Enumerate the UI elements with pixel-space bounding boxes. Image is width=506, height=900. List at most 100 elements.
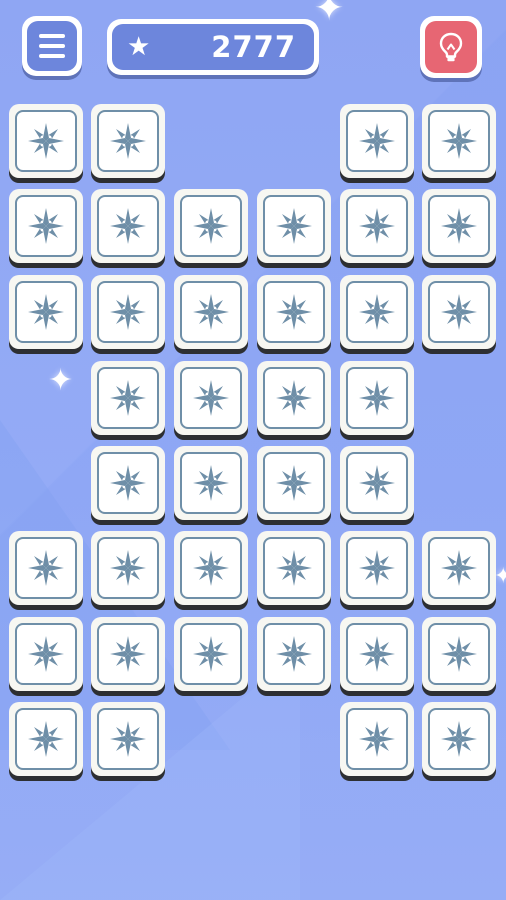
mahjong-tile[interactable]	[91, 446, 165, 520]
mahjong-tile[interactable]	[422, 702, 496, 776]
snowflake-icon	[441, 294, 477, 330]
snowflake-icon	[193, 208, 229, 244]
tile-face	[346, 281, 408, 343]
tile-face	[97, 623, 159, 685]
snowflake-icon	[110, 208, 146, 244]
tile-face	[15, 281, 77, 343]
snowflake-icon	[193, 294, 229, 330]
snowflake-icon	[110, 550, 146, 586]
snowflake-icon	[441, 550, 477, 586]
mahjong-tile[interactable]	[9, 104, 83, 178]
mahjong-tile[interactable]	[91, 104, 165, 178]
mahjong-tile[interactable]	[257, 189, 331, 263]
mahjong-tile[interactable]	[340, 189, 414, 263]
mahjong-tile[interactable]	[422, 617, 496, 691]
mahjong-tile[interactable]	[91, 702, 165, 776]
mahjong-tile[interactable]	[91, 531, 165, 605]
tile-face	[263, 367, 325, 429]
tile-face	[263, 452, 325, 514]
mahjong-tile[interactable]	[257, 361, 331, 435]
mahjong-tile[interactable]	[257, 531, 331, 605]
snowflake-icon	[276, 465, 312, 501]
tile-face	[180, 452, 242, 514]
tile-face	[346, 195, 408, 257]
snowflake-icon	[359, 294, 395, 330]
mahjong-tile[interactable]	[91, 617, 165, 691]
tile-face	[97, 452, 159, 514]
tile-face	[263, 195, 325, 257]
mahjong-tile[interactable]	[174, 617, 248, 691]
snowflake-icon	[110, 123, 146, 159]
mahjong-tile[interactable]	[340, 361, 414, 435]
snowflake-icon	[441, 636, 477, 672]
mahjong-tile[interactable]	[174, 275, 248, 349]
snowflake-icon	[110, 636, 146, 672]
tile-face	[180, 195, 242, 257]
tile-face	[15, 195, 77, 257]
snowflake-icon	[359, 465, 395, 501]
mahjong-tile[interactable]	[257, 446, 331, 520]
tile-face	[180, 537, 242, 599]
mahjong-tile[interactable]	[174, 446, 248, 520]
tile-face	[346, 537, 408, 599]
snowflake-icon	[441, 721, 477, 757]
snowflake-icon	[110, 380, 146, 416]
mahjong-tile[interactable]	[9, 702, 83, 776]
snowflake-icon	[359, 550, 395, 586]
tile-face	[97, 367, 159, 429]
mahjong-tile[interactable]	[9, 275, 83, 349]
snowflake-icon	[110, 721, 146, 757]
snowflake-icon	[28, 721, 64, 757]
tile-face	[263, 281, 325, 343]
tile-face	[15, 708, 77, 770]
snowflake-icon	[193, 636, 229, 672]
mahjong-tile[interactable]	[422, 275, 496, 349]
mahjong-tile[interactable]	[91, 361, 165, 435]
snowflake-icon	[276, 636, 312, 672]
mahjong-tile[interactable]	[340, 446, 414, 520]
tile-face	[263, 623, 325, 685]
tile-face	[346, 110, 408, 172]
mahjong-tile[interactable]	[422, 189, 496, 263]
mahjong-tile[interactable]	[91, 189, 165, 263]
mahjong-tile[interactable]	[340, 702, 414, 776]
snowflake-icon	[193, 465, 229, 501]
mahjong-tile[interactable]	[422, 104, 496, 178]
snowflake-icon	[276, 380, 312, 416]
snowflake-icon	[276, 294, 312, 330]
mahjong-tile[interactable]	[257, 275, 331, 349]
snowflake-icon	[110, 465, 146, 501]
mahjong-tile[interactable]	[340, 531, 414, 605]
tile-face	[97, 110, 159, 172]
snowflake-icon	[359, 208, 395, 244]
snowflake-icon	[110, 294, 146, 330]
tile-face	[97, 195, 159, 257]
mahjong-tile[interactable]	[174, 361, 248, 435]
mahjong-tile[interactable]	[9, 531, 83, 605]
mahjong-tile[interactable]	[422, 531, 496, 605]
tile-face	[346, 708, 408, 770]
snowflake-icon	[28, 636, 64, 672]
tile-face	[346, 452, 408, 514]
tile-face	[15, 537, 77, 599]
mahjong-tile[interactable]	[340, 617, 414, 691]
mahjong-tile[interactable]	[174, 531, 248, 605]
snowflake-icon	[276, 550, 312, 586]
tile-face	[428, 623, 490, 685]
mahjong-tile[interactable]	[340, 104, 414, 178]
mahjong-tile[interactable]	[174, 189, 248, 263]
mahjong-tile[interactable]	[9, 189, 83, 263]
mahjong-tile[interactable]	[340, 275, 414, 349]
tile-face	[97, 708, 159, 770]
tile-face	[15, 623, 77, 685]
mahjong-tile[interactable]	[9, 617, 83, 691]
snowflake-icon	[28, 123, 64, 159]
mahjong-tile[interactable]	[91, 275, 165, 349]
snowflake-icon	[28, 294, 64, 330]
snowflake-icon	[359, 721, 395, 757]
tile-face	[180, 281, 242, 343]
snowflake-icon	[441, 208, 477, 244]
mahjong-tile[interactable]	[257, 617, 331, 691]
tile-face	[97, 281, 159, 343]
snowflake-icon	[276, 208, 312, 244]
